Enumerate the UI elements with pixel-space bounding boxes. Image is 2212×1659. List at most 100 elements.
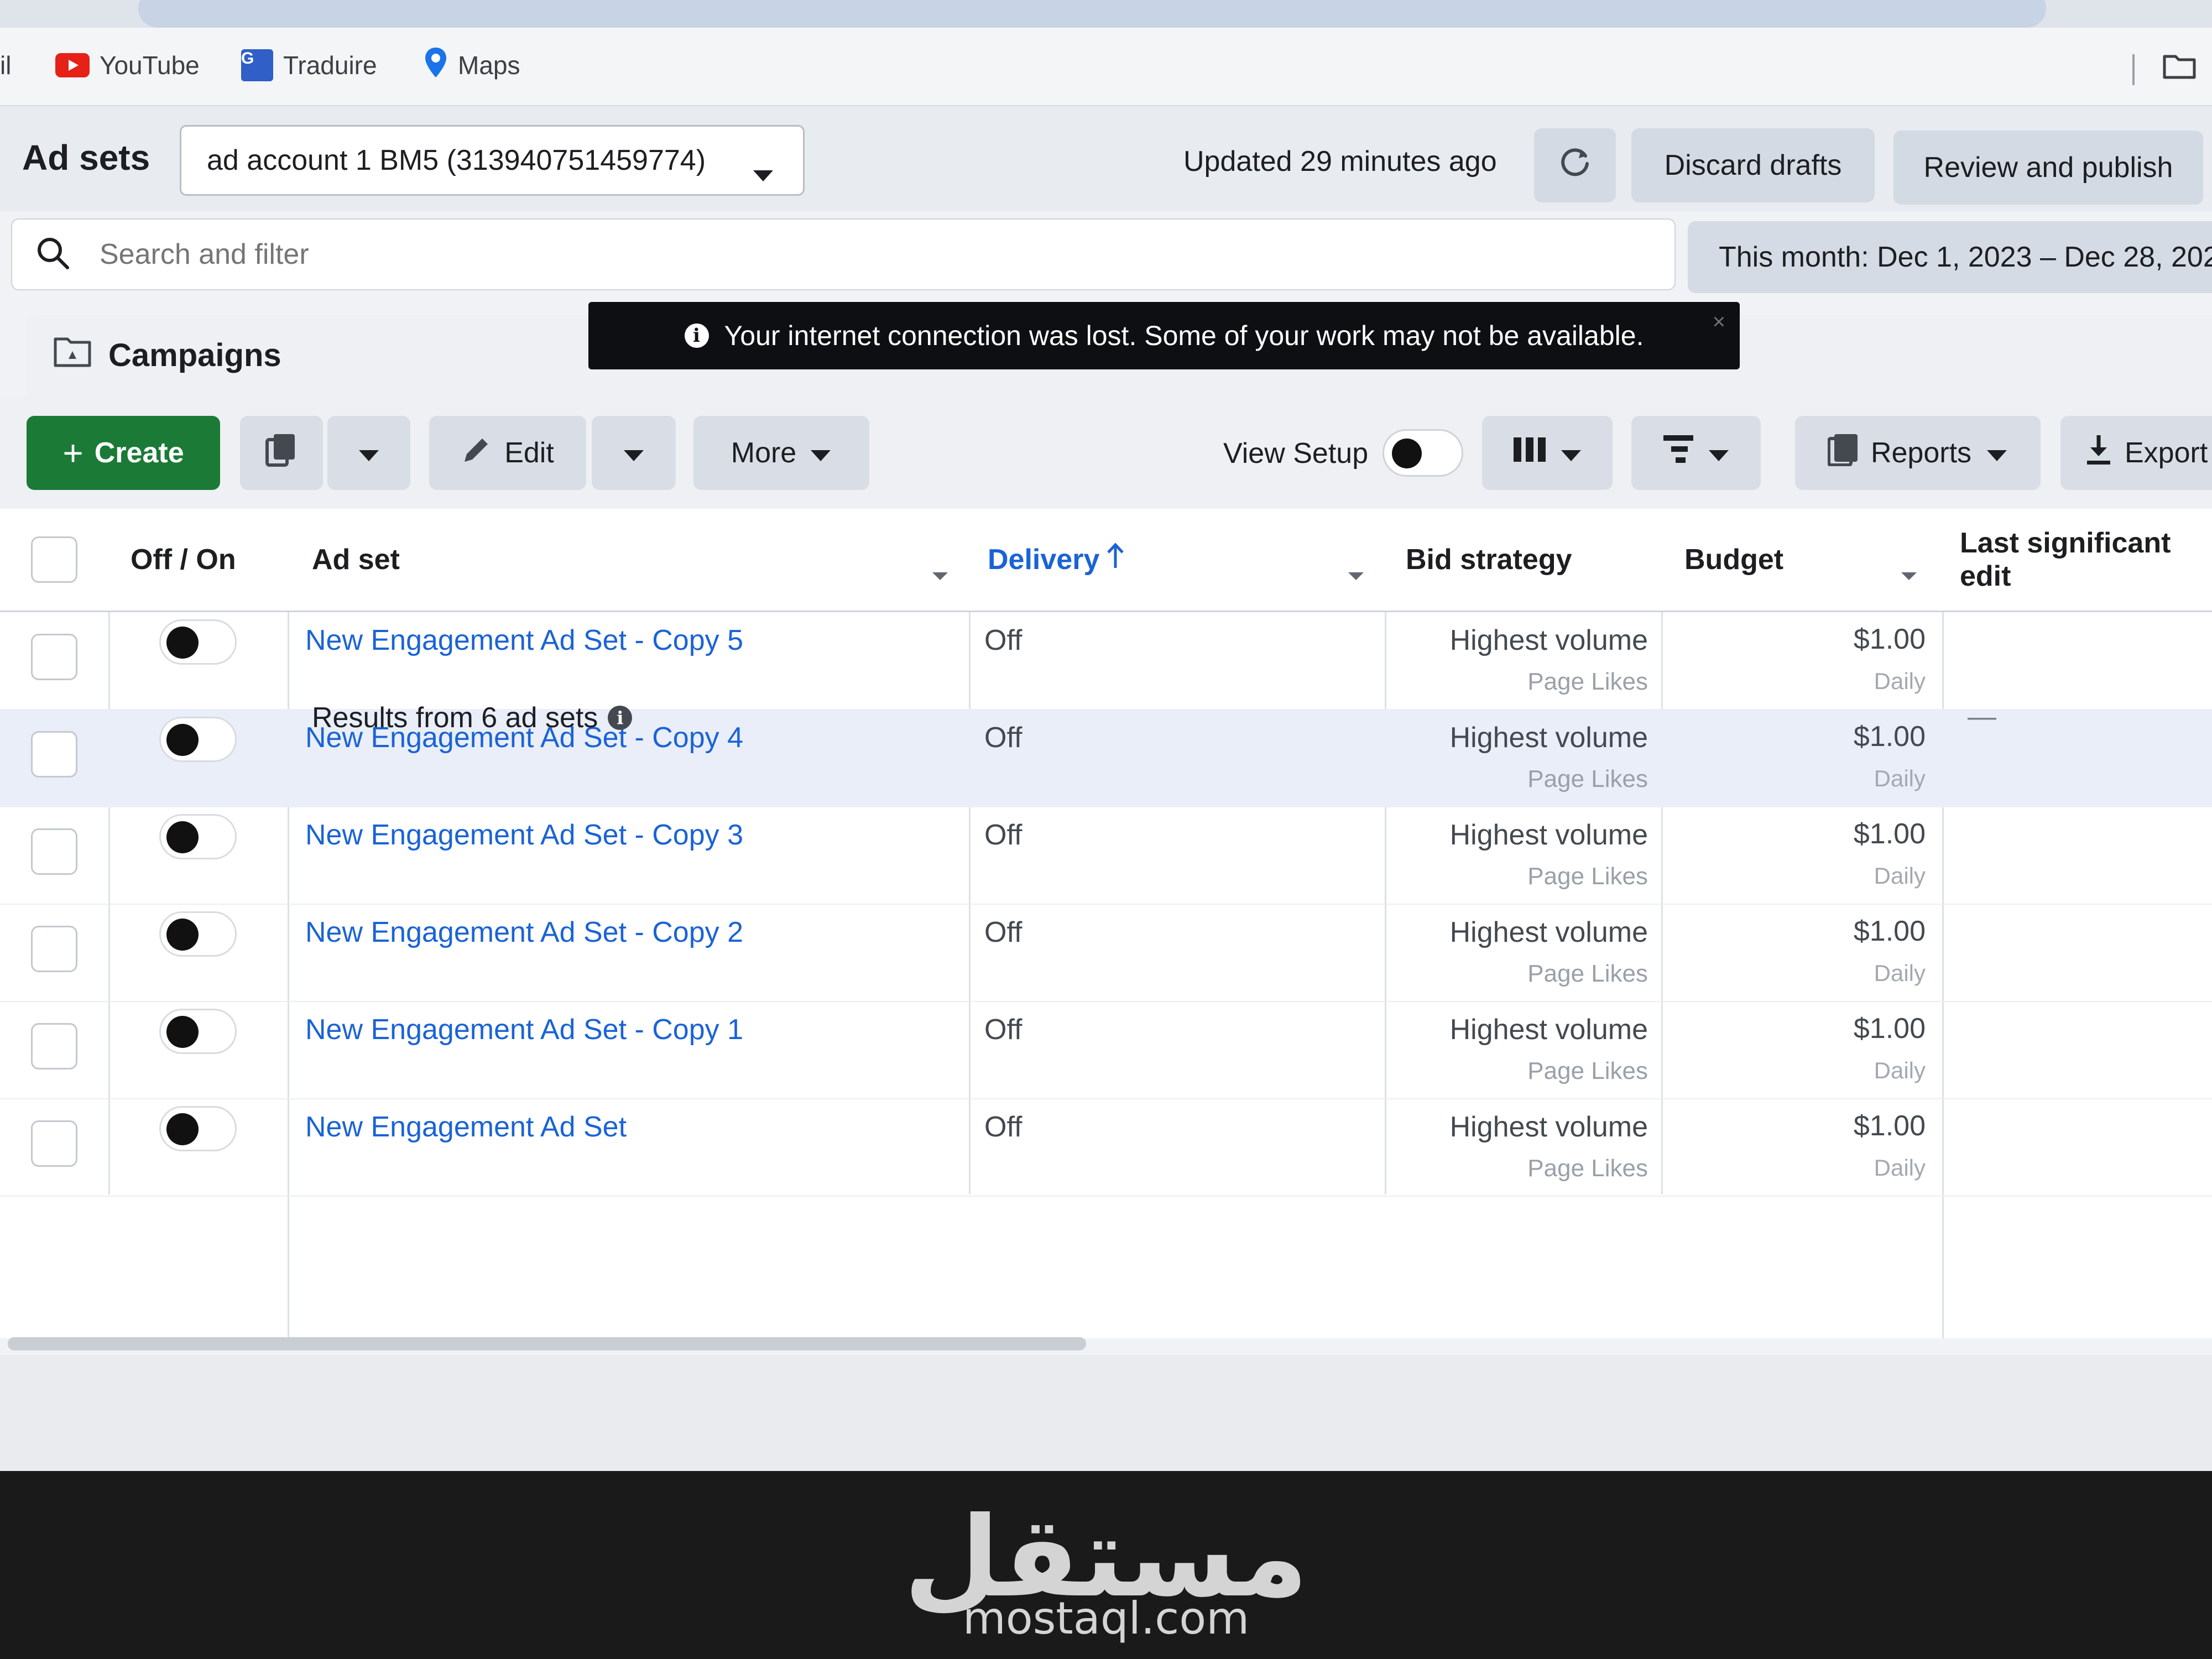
bookmark-traduire[interactable]: G Traduire [241, 49, 377, 82]
adset-toggle[interactable] [159, 717, 237, 762]
tab-campaigns[interactable]: Campaigns [53, 335, 281, 375]
pencil-icon [461, 434, 492, 472]
page-title: Ad sets [22, 138, 150, 178]
adset-toggle[interactable] [159, 619, 237, 665]
budget-period: Daily [1874, 765, 1926, 791]
column-header-delivery[interactable]: Delivery [988, 509, 1385, 611]
column-header-label: Ad set [312, 544, 400, 576]
row-checkbox[interactable] [31, 634, 77, 680]
bid-strategy: Highest volume [1449, 916, 1648, 948]
toggle-knob [1392, 439, 1422, 468]
bookmark-maps[interactable]: Maps [424, 46, 520, 85]
folder-icon [53, 335, 92, 375]
adset-name-link[interactable]: New Engagement Ad Set [305, 1110, 627, 1144]
view-setup-toggle[interactable] [1383, 429, 1463, 477]
budget-value: $1.00 [1853, 818, 1926, 850]
reports-button[interactable]: Reports [1795, 416, 2041, 490]
bookmark-label: Traduire [283, 51, 377, 80]
translate-icon: G [241, 49, 273, 81]
connection-lost-toast: i Your internet connection was lost. Som… [588, 302, 1740, 369]
table-row[interactable]: New Engagement Ad Set - Copy 1 Off Highe… [0, 1001, 2212, 1099]
tab-label: Campaigns [108, 337, 281, 373]
budget-value: $1.00 [1853, 1110, 1926, 1142]
column-header-last-edit[interactable]: Last significant edit [1960, 509, 2203, 611]
bid-strategy: Highest volume [1449, 722, 1648, 754]
budget-value: $1.00 [1853, 623, 1926, 655]
bid-strategy: Highest volume [1449, 1111, 1648, 1143]
close-icon[interactable]: × [1713, 310, 1725, 335]
budget-value: $1.00 [1853, 721, 1926, 753]
date-range-picker[interactable]: This month: Dec 1, 2023 – Dec 28, 2023 [1688, 221, 2212, 293]
create-button[interactable]: + Create [27, 416, 220, 490]
duplicate-menu-button[interactable] [327, 416, 410, 490]
watermark-latin: mostaql.com [962, 1593, 1250, 1644]
column-header-budget[interactable]: Budget [1684, 509, 1938, 611]
caret-down-icon [623, 436, 645, 469]
bookmark-youtube[interactable]: YouTube [55, 49, 200, 82]
row-checkbox[interactable] [31, 731, 77, 778]
more-button[interactable]: More [693, 416, 869, 490]
bid-strategy-sub: Page Likes [1527, 1155, 1648, 1182]
edit-label: Edit [504, 437, 554, 469]
delivery-status: Off [984, 916, 1022, 948]
bookmark-truncated[interactable]: il [0, 49, 11, 82]
bookmark-label: Maps [458, 51, 520, 80]
bookmark-label: il [0, 51, 12, 80]
columns-icon [1512, 436, 1547, 470]
edit-button[interactable]: Edit [429, 416, 586, 490]
adset-toggle[interactable] [159, 1009, 237, 1054]
select-all-checkbox[interactable] [31, 536, 77, 583]
edit-menu-button[interactable] [592, 416, 676, 490]
adset-toggle[interactable] [159, 814, 237, 859]
more-label: More [731, 437, 797, 469]
delivery-status: Off [984, 1111, 1022, 1143]
results-label: Results from 6 ad sets [312, 702, 598, 734]
folder-icon[interactable] [2162, 53, 2197, 80]
delivery-status: Off [984, 722, 1022, 754]
adset-name-link[interactable]: New Engagement Ad Set - Copy 2 [305, 916, 743, 949]
row-checkbox[interactable] [31, 828, 77, 875]
adset-toggle[interactable] [159, 911, 237, 957]
ad-sets-table: Off / On Ad set Delivery Bid strategy Bu… [0, 509, 2212, 1338]
caret-down-icon [1560, 436, 1582, 469]
adset-name-link[interactable]: New Engagement Ad Set - Copy 5 [305, 624, 743, 657]
bid-strategy-sub: Page Likes [1527, 668, 1648, 695]
screen: il YouTube G Traduire Maps Ad sets ad ac… [0, 0, 2212, 1471]
budget-value: $1.00 [1853, 915, 1926, 947]
delivery-status: Off [984, 624, 1022, 656]
discard-drafts-button[interactable]: Discard drafts [1631, 128, 1875, 202]
bid-strategy: Highest volume [1449, 1014, 1648, 1046]
info-icon[interactable]: i [608, 706, 633, 730]
adset-name-link[interactable]: New Engagement Ad Set - Copy 1 [305, 1013, 743, 1046]
caret-down-icon [1347, 555, 1365, 588]
row-checkbox[interactable] [31, 1023, 77, 1070]
table-row[interactable]: New Engagement Ad Set - Copy 5 Off Highe… [0, 612, 2212, 710]
row-checkbox[interactable] [31, 1120, 77, 1167]
refresh-button[interactable] [1534, 128, 1616, 202]
caret-down-icon [752, 156, 774, 190]
adset-toggle[interactable] [159, 1106, 237, 1151]
map-pin-icon [424, 46, 448, 85]
review-publish-button[interactable]: Review and publish [1893, 131, 2203, 205]
budget-period: Daily [1874, 960, 1926, 986]
columns-button[interactable] [1482, 416, 1613, 490]
duplicate-button[interactable] [240, 416, 323, 490]
horizontal-scrollbar[interactable] [8, 1337, 1086, 1350]
budget-period: Daily [1874, 1057, 1926, 1083]
table-footer-area [0, 1355, 2212, 1471]
account-selector[interactable]: ad account 1 BM5 (313940751459774) [180, 125, 805, 196]
export-button[interactable]: Export [2060, 416, 2212, 490]
table-row[interactable]: New Engagement Ad Set - Copy 3 Off Highe… [0, 806, 2212, 905]
breakdown-button[interactable] [1631, 416, 1761, 490]
column-header-bid-strategy[interactable]: Bid strategy [1406, 509, 1572, 611]
adset-name-link[interactable]: New Engagement Ad Set - Copy 3 [305, 818, 743, 852]
table-row[interactable]: New Engagement Ad Set Off Highest volume… [0, 1098, 2212, 1197]
row-checkbox[interactable] [31, 926, 77, 972]
table-row[interactable]: New Engagement Ad Set - Copy 2 Off Highe… [0, 904, 2212, 1002]
delivery-status: Off [984, 1014, 1022, 1046]
duplicate-icon [265, 432, 298, 474]
address-bar[interactable] [138, 0, 2046, 28]
search-input[interactable] [98, 237, 1594, 272]
last-edit-summary: — [1968, 701, 1996, 733]
column-header-adset[interactable]: Ad set [312, 509, 969, 611]
